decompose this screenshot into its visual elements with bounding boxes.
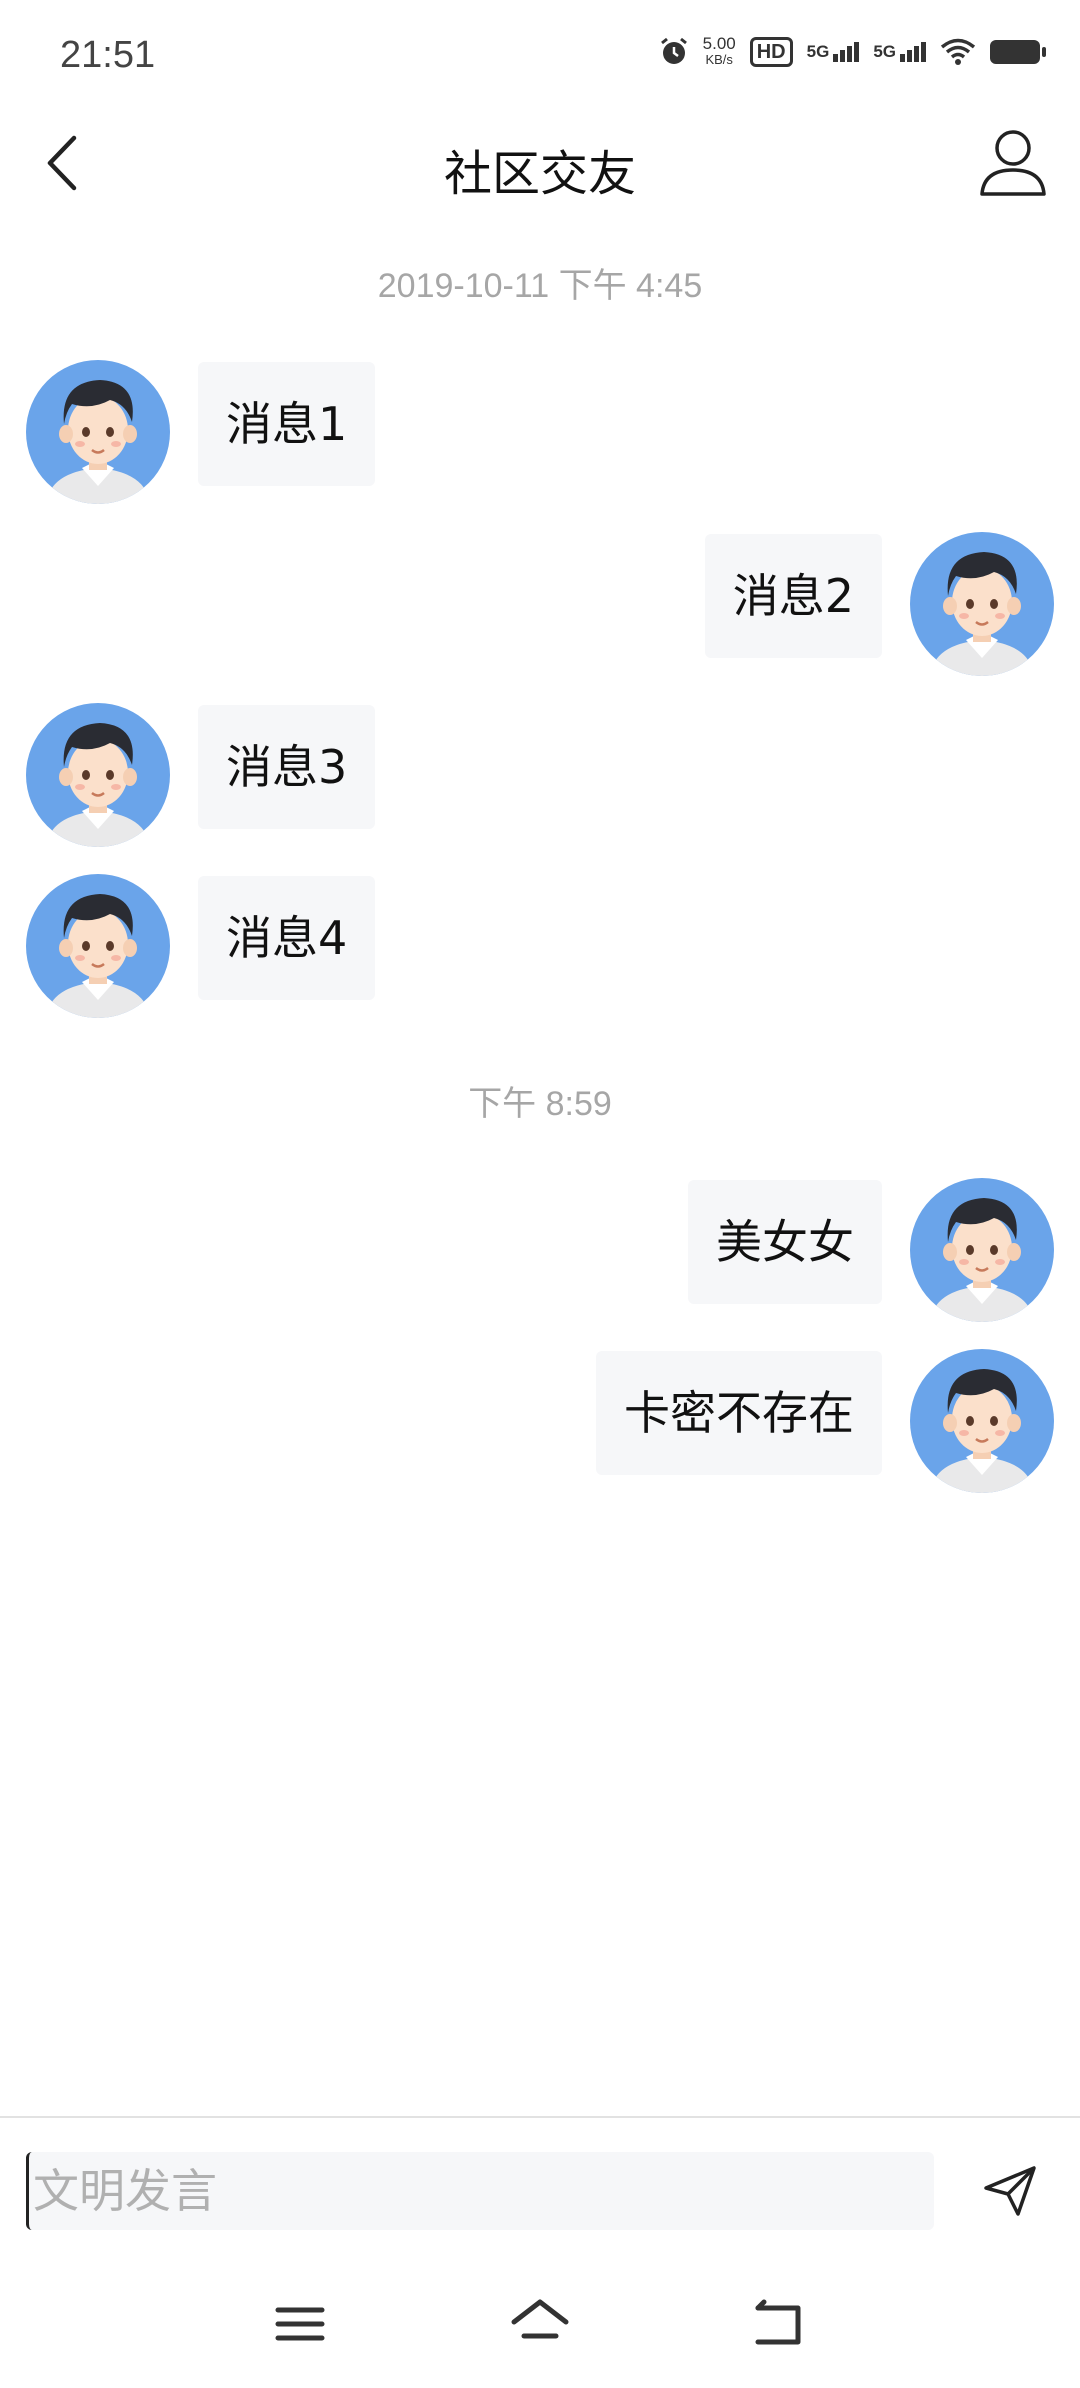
message-row: 卡密不存在 (0, 1349, 1080, 1499)
message-row: 消息2 (0, 532, 1080, 682)
status-time: 21:51 (60, 34, 156, 76)
message-row: 美女女 (0, 1178, 1080, 1328)
net-speed-value: 5.00 (702, 34, 736, 53)
avatar-icon (910, 1349, 1054, 1493)
battery-icon (990, 40, 1046, 64)
send-button[interactable] (980, 2160, 1040, 2220)
paper-plane-icon (984, 2166, 1036, 2216)
avatar-icon (26, 360, 170, 504)
avatar[interactable] (26, 703, 170, 847)
sim1-label: 5G (806, 42, 830, 61)
menu-icon (275, 2307, 325, 2341)
home-icon (511, 2299, 569, 2339)
timestamp: 2019-10-11 下午 4:45 (377, 267, 703, 305)
avatar-icon (26, 703, 170, 847)
status-icons: 5.00 KB/s HD 5G 5G (659, 34, 1046, 68)
return-button[interactable] (750, 2296, 810, 2352)
avatar[interactable] (910, 1349, 1054, 1493)
avatar[interactable] (26, 874, 170, 1018)
back-icon (755, 2299, 801, 2345)
avatar-icon (910, 532, 1054, 676)
avatar[interactable] (26, 360, 170, 504)
avatar-icon (26, 874, 170, 1018)
message-bubble[interactable]: 消息1 (198, 362, 376, 486)
hd-badge: HD (749, 37, 793, 67)
status-bar: 21:51 5.00 KB/s HD 5G 5G (0, 0, 1080, 110)
avatar[interactable] (910, 532, 1054, 676)
page-title: 社区交友 (443, 146, 636, 202)
input-bar (0, 2116, 1080, 2258)
menu-button[interactable] (270, 2296, 330, 2352)
nav-bar: 社区交友 (0, 110, 1080, 220)
message-bubble[interactable]: 美女女 (688, 1180, 882, 1304)
profile-button[interactable] (976, 124, 1050, 200)
signal-sim2: 5G (873, 42, 926, 62)
message-bubble[interactable]: 卡密不存在 (596, 1351, 882, 1475)
avatar-icon (910, 1178, 1054, 1322)
message-row: 消息4 (0, 874, 1080, 1024)
message-row: 消息3 (0, 703, 1080, 853)
timestamp: 下午 8:59 (468, 1085, 612, 1123)
alarm-icon (660, 37, 687, 64)
net-speed: 5.00 KB/s (702, 34, 736, 68)
net-speed-unit: KB/s (705, 52, 733, 67)
avatar[interactable] (910, 1178, 1054, 1322)
signal-sim1: 5G (807, 42, 860, 62)
message-bubble[interactable]: 消息3 (198, 705, 376, 829)
message-row: 消息1 (0, 360, 1080, 510)
system-nav-bar (0, 2256, 1080, 2388)
wifi-icon (940, 38, 976, 65)
user-icon (980, 130, 1046, 196)
home-button[interactable] (510, 2296, 570, 2352)
message-bubble[interactable]: 消息4 (198, 876, 376, 1000)
message-bubble[interactable]: 消息2 (704, 534, 882, 658)
sim2-label: 5G (873, 42, 896, 61)
message-input[interactable] (26, 2152, 934, 2230)
